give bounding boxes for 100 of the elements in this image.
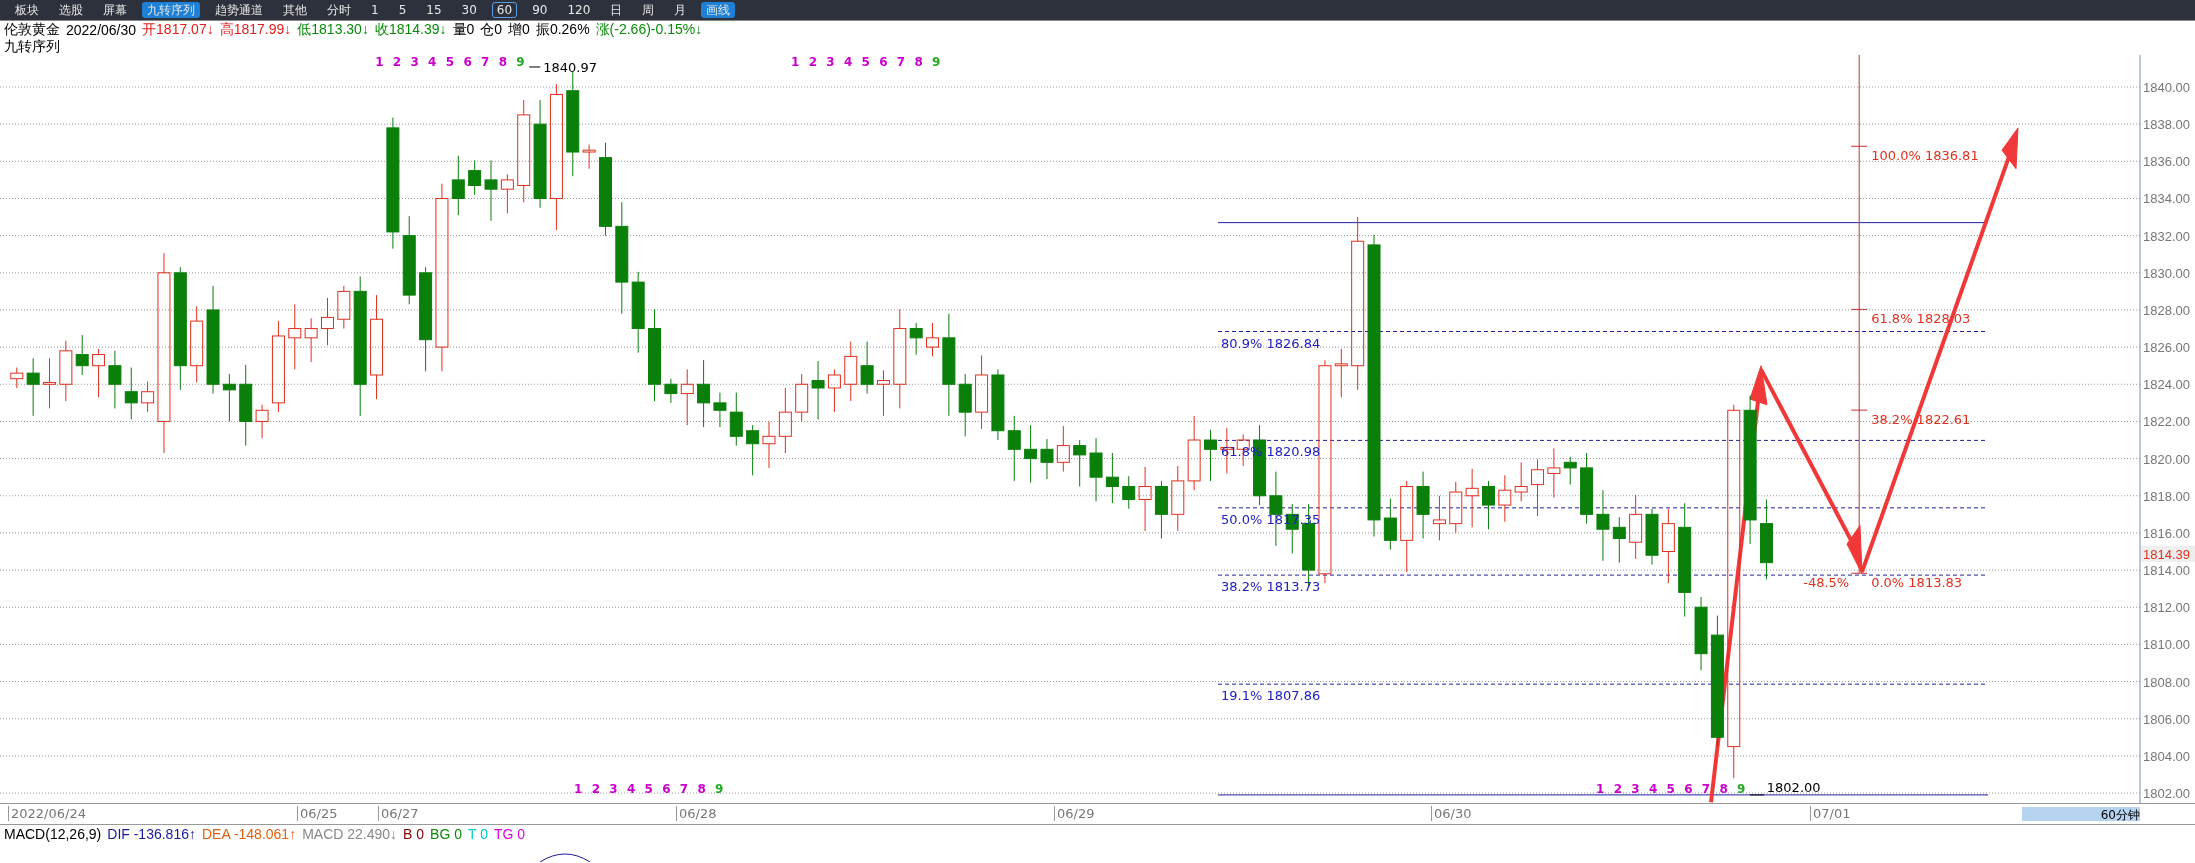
sequence-number: 3 xyxy=(609,782,618,796)
macd-title: MACD(12,26,9) xyxy=(4,825,102,842)
candlestick xyxy=(321,297,334,346)
candlestick xyxy=(1171,465,1185,532)
toolbar-button[interactable]: 15 xyxy=(421,2,447,18)
candlestick xyxy=(876,369,890,417)
candlestick xyxy=(795,373,809,422)
candlestick xyxy=(468,159,482,196)
quote-field: 收1814.39↓ xyxy=(374,20,447,39)
fibonacci-tick xyxy=(1850,145,1868,147)
candlestick xyxy=(582,144,596,170)
toolbar-button[interactable]: 90 xyxy=(527,2,553,18)
sequence-number: 2 xyxy=(392,55,402,69)
sequence-number: 1 xyxy=(1596,782,1605,796)
sequence-number: 6 xyxy=(879,55,888,69)
time-axis-label: 06/28 xyxy=(676,806,717,821)
candlestick xyxy=(451,155,465,216)
toolbar-button[interactable]: 周 xyxy=(637,2,660,18)
fibonacci-tick xyxy=(1850,308,1868,310)
candlestick xyxy=(500,173,514,214)
candlestick xyxy=(1482,480,1495,530)
sequence-number: 1 xyxy=(574,782,583,796)
sequence-number: 3 xyxy=(1631,782,1640,796)
price-axis-label: 1804.00 xyxy=(2143,748,2190,764)
price-axis-label: 1812.00 xyxy=(2143,600,2190,616)
toolbar-button[interactable]: 月 xyxy=(669,2,692,18)
candlestick xyxy=(1383,498,1397,551)
fibonacci-level-label: 38.2% 1813.73 xyxy=(1221,579,1321,595)
quote-field: 低1813.30↓ xyxy=(297,20,369,39)
quote-field: 开1817.07↓ xyxy=(142,20,214,39)
toolbar-button[interactable]: 1 xyxy=(366,2,384,18)
sequence-number: 6 xyxy=(662,782,671,796)
macd-value: T 0 xyxy=(468,825,488,842)
candlestick xyxy=(827,368,841,413)
sequence-number: 5 xyxy=(644,782,653,796)
macd-curve-drawing xyxy=(539,853,591,862)
sequence-number: 2 xyxy=(1613,782,1622,796)
toolbar-button[interactable]: 5 xyxy=(393,2,412,18)
time-axis-label: 07/01 xyxy=(1810,806,1851,821)
time-axis-label: 06/29 xyxy=(1054,806,1095,821)
toolbar-button[interactable]: 屏幕 xyxy=(98,2,132,18)
price-axis-label: 1824.00 xyxy=(2143,377,2190,393)
price-axis-label: 1814.00 xyxy=(2143,563,2190,579)
sequence-number: 5 xyxy=(445,55,455,69)
price-axis-label: 1838.00 xyxy=(2143,117,2190,133)
candlestick xyxy=(1154,480,1168,539)
price-axis-label: 1836.00 xyxy=(2143,154,2190,170)
sequence-number: 1 xyxy=(791,55,800,69)
toolbar-button[interactable]: 趋势通道 xyxy=(210,2,268,18)
toolbar-button[interactable]: 30 xyxy=(456,2,482,18)
sequence-number: 8 xyxy=(697,782,706,796)
price-axis-label: 1832.00 xyxy=(2143,228,2190,244)
sequence-number: 4 xyxy=(843,55,853,69)
sequence-number: 9 xyxy=(932,55,941,69)
macd-value: BG 0 xyxy=(430,825,462,842)
sequence-number: 2 xyxy=(808,55,817,69)
price-axis-label: 1828.00 xyxy=(2143,302,2190,318)
candlestick xyxy=(1449,481,1463,534)
current-price-tag: 1814.39 xyxy=(2141,545,2195,562)
toolbar-button[interactable]: 九转序列 xyxy=(142,2,200,18)
candlestick xyxy=(141,381,155,413)
sequence-number: 8 xyxy=(498,55,508,69)
candlestick xyxy=(43,357,56,409)
sequence-number: 7 xyxy=(1701,782,1711,796)
candlestick xyxy=(860,341,874,395)
toolbar-button[interactable]: 分时 xyxy=(322,2,356,18)
toolbar-button[interactable]: 画线 xyxy=(701,2,736,18)
toolbar-button[interactable]: 日 xyxy=(605,2,628,18)
candlestick xyxy=(1024,424,1038,484)
sequence-number: 2 xyxy=(591,782,600,796)
sequence-number: 4 xyxy=(626,782,636,796)
toolbar-button[interactable]: 120 xyxy=(562,2,596,18)
candlestick xyxy=(1204,429,1217,482)
sequence-number: 9 xyxy=(516,55,525,69)
price-axis-label: 1830.00 xyxy=(2143,265,2190,281)
sequence-number: 8 xyxy=(914,55,923,69)
candlestick xyxy=(59,340,73,402)
candlestick xyxy=(222,373,236,422)
indicator-label: 九转序列 xyxy=(4,37,60,56)
price-axis-label: 1816.00 xyxy=(2143,525,2190,541)
toolbar-button[interactable]: 其他 xyxy=(278,2,312,18)
candlestick xyxy=(1040,438,1054,480)
fibonacci-level-label: 38.2% 1822.61 xyxy=(1871,412,1971,428)
sequence-number: 1 xyxy=(375,55,384,69)
candlestick xyxy=(26,357,40,417)
candlestick xyxy=(1334,348,1348,398)
price-axis-label: 1818.00 xyxy=(2143,488,2190,504)
candlestick xyxy=(909,322,923,356)
fibonacci-level-label: 80.9% 1826.84 xyxy=(1221,335,1321,351)
macd-value: DIF -136.816↑ xyxy=(107,825,196,842)
candlestick xyxy=(926,322,939,357)
toolbar-button[interactable]: 板块 xyxy=(10,2,44,18)
toolbar-button[interactable]: 60 xyxy=(491,2,518,18)
price-axis-label: 1820.00 xyxy=(2143,451,2190,467)
fibonacci-level-label: 19.1% 1807.86 xyxy=(1221,688,1321,704)
quote-date: 2022/06/30 xyxy=(66,21,137,38)
candlestick xyxy=(664,378,678,404)
candlestick xyxy=(958,373,972,437)
candlestick xyxy=(1465,468,1479,528)
toolbar-button[interactable]: 选股 xyxy=(54,2,88,18)
